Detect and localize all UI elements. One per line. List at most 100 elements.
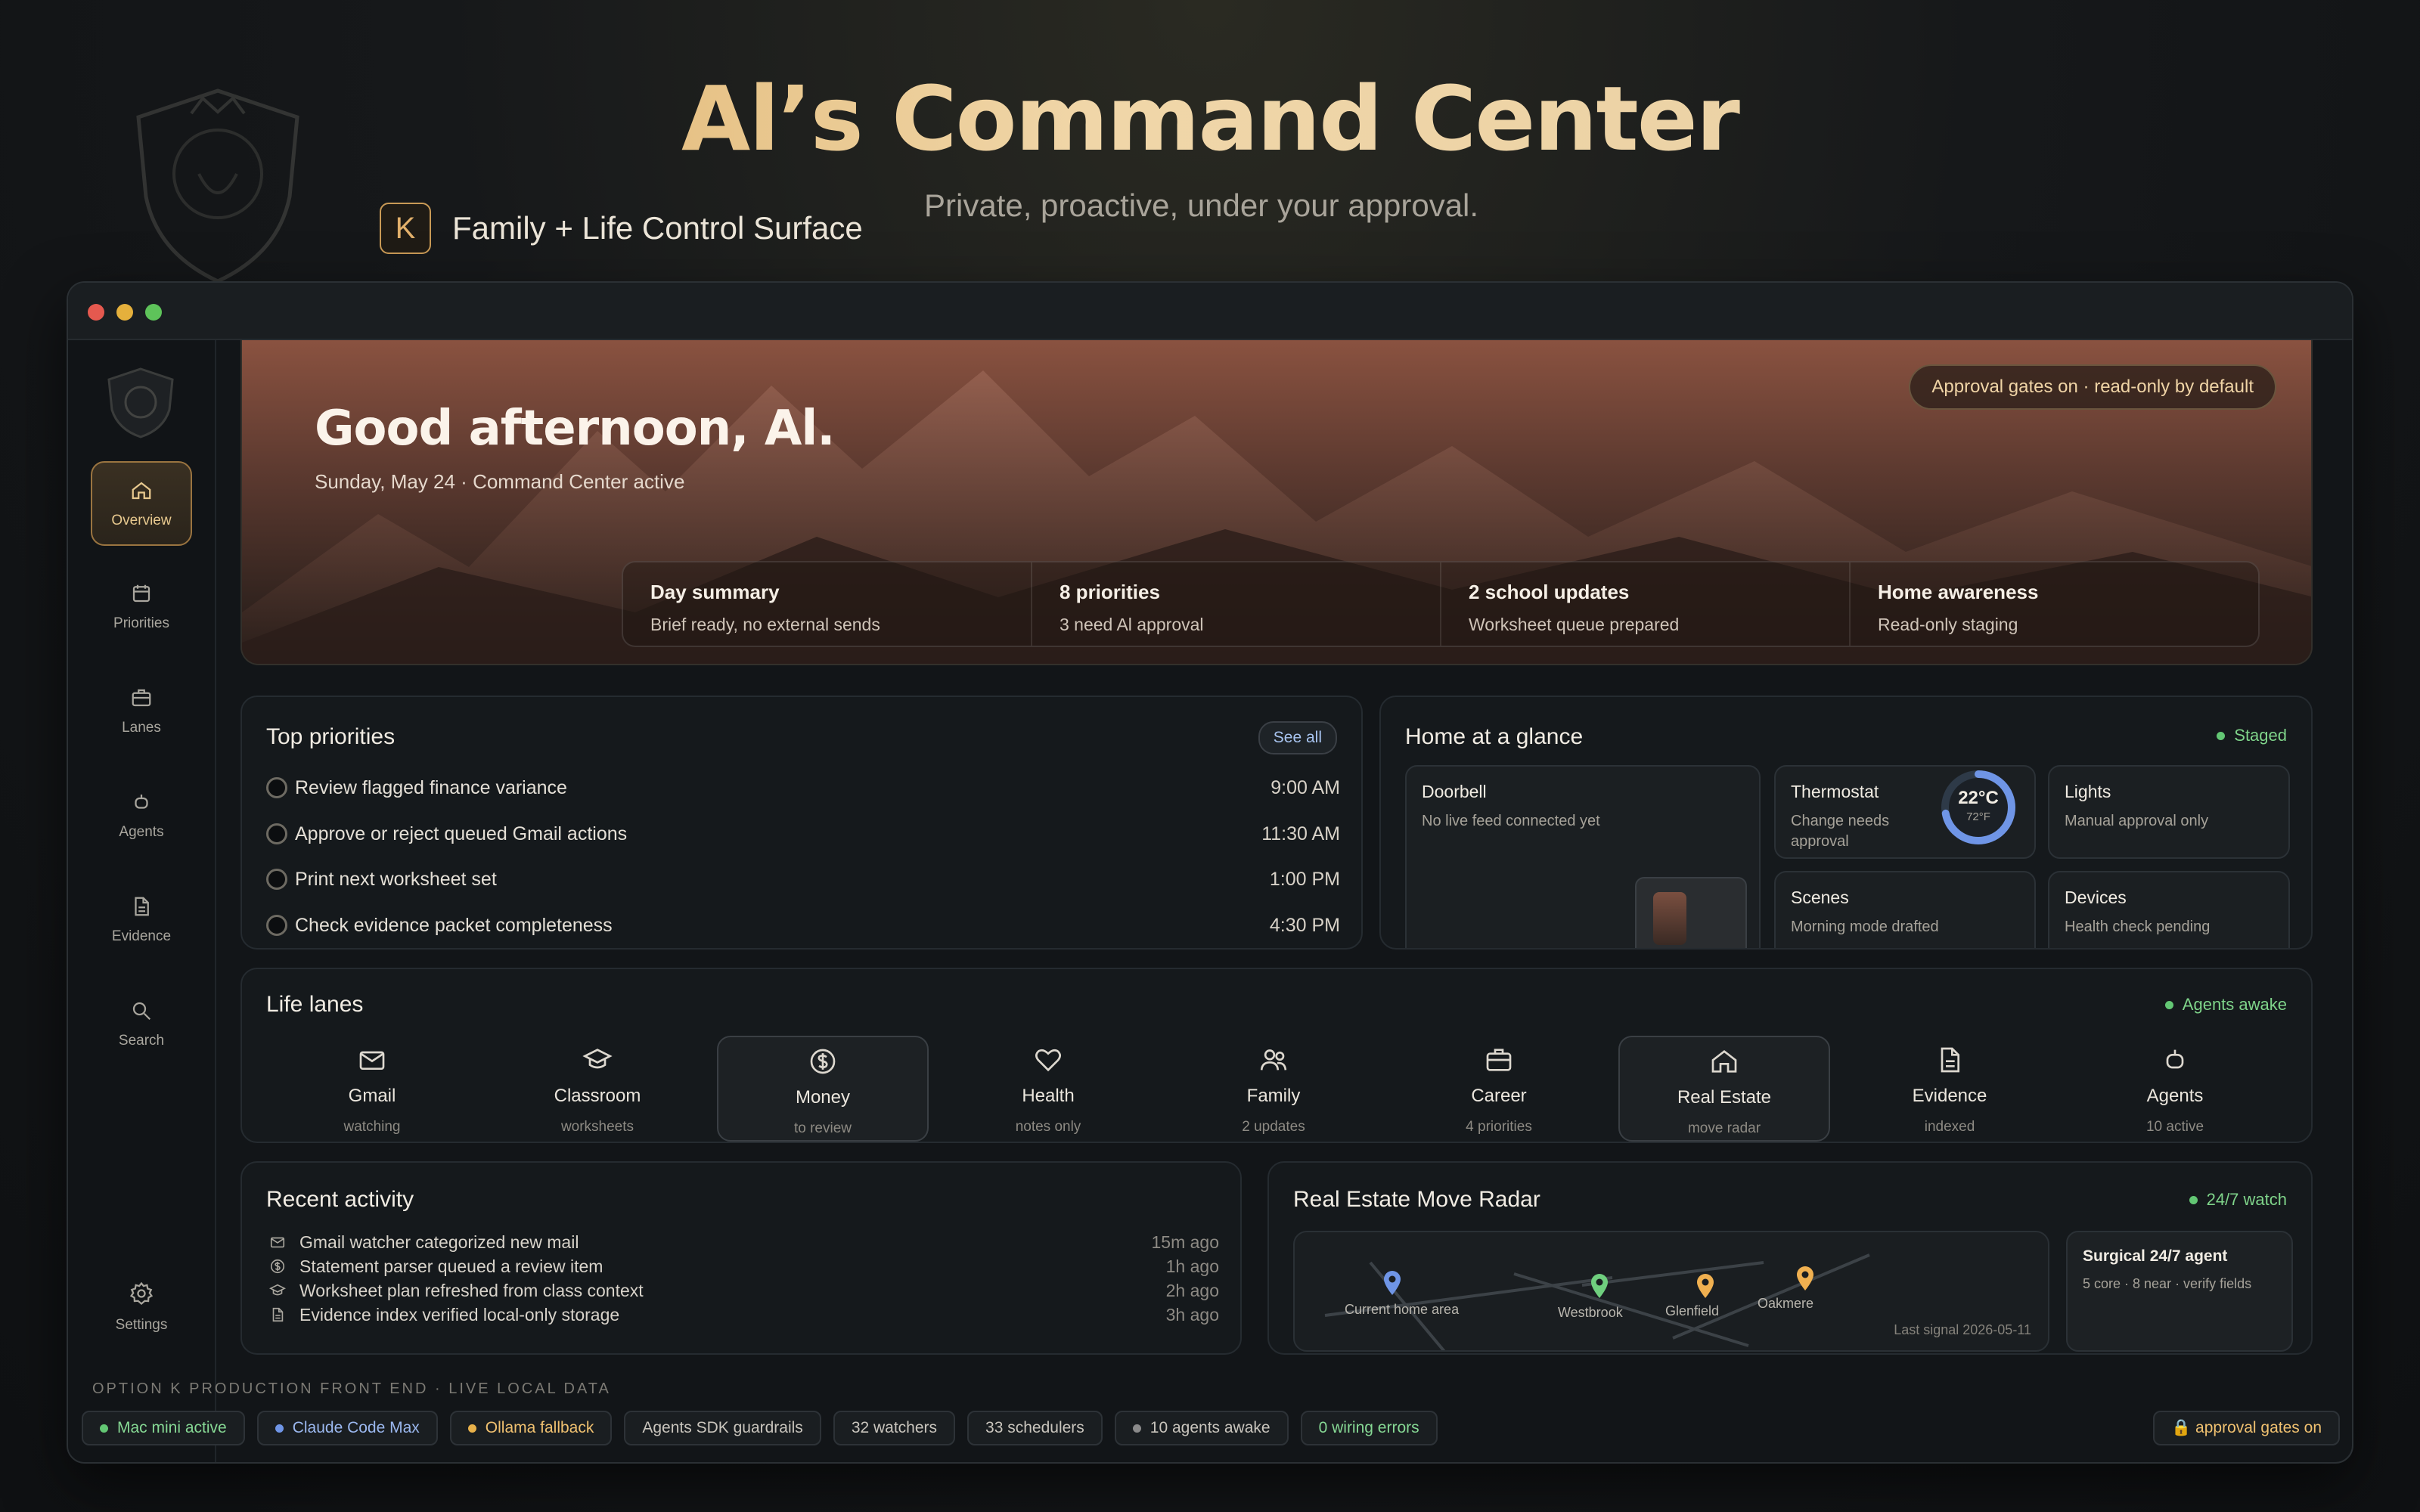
lane-gmail[interactable]: Gmail watching bbox=[266, 1036, 478, 1142]
stat-priorities[interactable]: 8 priorities 3 need Al approval bbox=[1032, 562, 1441, 646]
status-chip[interactable]: Mac mini active bbox=[82, 1411, 245, 1445]
sidebar-item-search[interactable]: Search bbox=[91, 983, 192, 1067]
page-subtitle: Private, proactive, under your approval. bbox=[924, 187, 1479, 223]
lane-career[interactable]: Career 4 priorities bbox=[1393, 1036, 1605, 1142]
life-lanes-card: Life lanes Agents awake Gmail watching C… bbox=[240, 968, 2313, 1143]
chip-label: 33 schedulers bbox=[985, 1419, 1084, 1436]
approval-gates-chip[interactable]: 🔒 approval gates on bbox=[2153, 1411, 2340, 1445]
lane-status: 4 priorities bbox=[1466, 1119, 1532, 1135]
briefcase-icon bbox=[1486, 1049, 1512, 1071]
sidebar-item-priorities[interactable]: Priorities bbox=[91, 565, 192, 650]
sidebar-item-label: Settings bbox=[115, 1317, 168, 1333]
activity-item[interactable]: Evidence index verified local-only stora… bbox=[269, 1303, 1219, 1326]
staged-status: Staged bbox=[2217, 726, 2287, 745]
dollar-icon bbox=[270, 1259, 285, 1274]
stat-home-awareness[interactable]: Home awareness Read-only staging bbox=[1851, 562, 2258, 646]
map-pin-westbrook-icon[interactable] bbox=[1590, 1273, 1609, 1299]
lane-money[interactable]: Money to review bbox=[717, 1036, 929, 1142]
stat-school-updates[interactable]: 2 school updates Worksheet queue prepared bbox=[1441, 562, 1851, 646]
lane-family[interactable]: Family 2 updates bbox=[1168, 1036, 1379, 1142]
chip-label: Agents SDK guardrails bbox=[642, 1419, 803, 1436]
status-dot-icon bbox=[1132, 1424, 1141, 1433]
priority-time: 1:00 PM bbox=[1269, 868, 1340, 890]
heart-icon bbox=[1035, 1049, 1061, 1072]
summary-stats: Day summary Brief ready, no external send… bbox=[622, 561, 2260, 647]
calendar-icon bbox=[132, 584, 150, 603]
activity-time: 15m ago bbox=[1151, 1232, 1219, 1252]
briefcase-icon bbox=[132, 689, 151, 707]
chip-label: 10 agents awake bbox=[1150, 1419, 1270, 1436]
sidebar-item-overview[interactable]: Overview bbox=[91, 461, 192, 546]
map-pin-glenfield-icon[interactable] bbox=[1696, 1273, 1715, 1299]
status-chip[interactable]: Claude Code Max bbox=[256, 1411, 438, 1445]
devices-tile[interactable]: Devices Health check pending bbox=[2048, 871, 2290, 948]
sidebar-item-label: Lanes bbox=[122, 720, 161, 736]
approval-status-pill[interactable]: Approval gates on · read-only by default bbox=[1909, 364, 2276, 410]
sidebar-item-agents[interactable]: Agents bbox=[91, 774, 192, 859]
lights-tile[interactable]: Lights Manual approval only bbox=[2048, 765, 2290, 859]
see-all-button[interactable]: See all bbox=[1258, 721, 1337, 754]
status-chip[interactable]: Ollama fallback bbox=[449, 1411, 613, 1445]
stat-title: 8 priorities bbox=[1060, 581, 1160, 603]
lane-health[interactable]: Health notes only bbox=[942, 1036, 1154, 1142]
sidebar-item-evidence[interactable]: Evidence bbox=[91, 878, 192, 963]
sidebar-item-label: Evidence bbox=[111, 928, 172, 944]
brand: K Family + Life Control Surface bbox=[380, 203, 863, 254]
lane-status: move radar bbox=[1687, 1120, 1761, 1136]
stat-day-summary[interactable]: Day summary Brief ready, no external send… bbox=[623, 562, 1032, 646]
status-chip[interactable]: 32 watchers bbox=[833, 1411, 956, 1445]
radar-map[interactable]: Current home area Westbrook Glenfield Oa… bbox=[1293, 1231, 2049, 1352]
brand-name: Family + Life Control Surface bbox=[452, 210, 863, 246]
status-chip[interactable]: 10 agents awake bbox=[1114, 1411, 1289, 1445]
priority-time: 9:00 AM bbox=[1270, 776, 1340, 798]
stat-subtitle: Read-only staging bbox=[1878, 615, 2018, 634]
priority-item[interactable]: Review flagged finance variance 9:00 AM bbox=[266, 773, 1340, 803]
sidebar-item-lanes[interactable]: Lanes bbox=[91, 670, 192, 754]
activity-item[interactable]: Gmail watcher categorized new mail 15m ag… bbox=[269, 1231, 1219, 1253]
map-pin-oakmere-icon[interactable] bbox=[1795, 1266, 1815, 1291]
priority-checkbox[interactable] bbox=[266, 869, 287, 890]
doorbell-camera-preview bbox=[1635, 877, 1747, 948]
map-pin-current-home-icon[interactable] bbox=[1382, 1270, 1402, 1296]
app-window: Overview Priorities Lanes Agents Evidenc… bbox=[67, 281, 2353, 1464]
priority-checkbox[interactable] bbox=[266, 823, 287, 844]
lane-status: watching bbox=[343, 1119, 401, 1135]
maximize-window-button[interactable] bbox=[145, 304, 162, 321]
surgical-agent-tile[interactable]: Surgical 24/7 agent 5 core · 8 near · ve… bbox=[2066, 1231, 2293, 1352]
status-chips: Mac mini active Claude Code Max Ollama fal… bbox=[82, 1411, 1438, 1445]
lane-label: Agents bbox=[2146, 1086, 2204, 1106]
priority-checkbox[interactable] bbox=[266, 777, 287, 798]
sidebar-item-settings[interactable]: Settings bbox=[91, 1264, 192, 1349]
lane-evidence[interactable]: Evidence indexed bbox=[1844, 1036, 2055, 1142]
real-estate-radar-card: Real Estate Move Radar 24/7 watch Curren… bbox=[1267, 1161, 2313, 1355]
activity-item[interactable]: Worksheet plan refreshed from class cont… bbox=[269, 1279, 1219, 1302]
close-window-button[interactable] bbox=[88, 304, 104, 321]
lane-real-estate[interactable]: Real Estate move radar bbox=[1618, 1036, 1830, 1142]
lane-classroom[interactable]: Classroom worksheets bbox=[492, 1036, 703, 1142]
dollar-icon bbox=[810, 1049, 836, 1074]
activity-item[interactable]: Statement parser queued a review item 1h … bbox=[269, 1255, 1219, 1278]
card-title: Real Estate Move Radar bbox=[1293, 1187, 1540, 1212]
thermostat-tile[interactable]: Thermostat Change needs approval 22°C 72… bbox=[1774, 765, 2036, 859]
priority-checkbox[interactable] bbox=[266, 915, 287, 936]
lane-label: Health bbox=[1022, 1086, 1075, 1106]
lane-label: Classroom bbox=[554, 1086, 641, 1106]
card-title: Recent activity bbox=[266, 1187, 414, 1212]
doorbell-tile[interactable]: Doorbell No live feed connected yet bbox=[1405, 765, 1761, 948]
priority-item[interactable]: Print next worksheet set 1:00 PM bbox=[266, 864, 1340, 894]
scenes-tile[interactable]: Scenes Morning mode drafted bbox=[1774, 871, 2036, 948]
watch-status: 24/7 watch bbox=[2189, 1190, 2287, 1210]
priority-item[interactable]: Approve or reject queued Gmail actions 11… bbox=[266, 819, 1340, 849]
status-chip[interactable]: 0 wiring errors bbox=[1300, 1411, 1438, 1445]
pin-label: Westbrook bbox=[1558, 1305, 1623, 1320]
lane-agents[interactable]: Agents 10 active bbox=[2069, 1036, 2281, 1142]
status-chip[interactable]: 33 schedulers bbox=[967, 1411, 1103, 1445]
tile-title: Lights bbox=[2065, 782, 2111, 801]
priority-item[interactable]: Check evidence packet completeness 4:30 P… bbox=[266, 910, 1340, 940]
lane-status: 2 updates bbox=[1242, 1119, 1305, 1135]
minimize-window-button[interactable] bbox=[116, 304, 133, 321]
robot-icon bbox=[2166, 1049, 2184, 1069]
gear-icon bbox=[129, 1281, 154, 1305]
tile-subtitle: No live feed connected yet bbox=[1422, 813, 1600, 829]
status-chip[interactable]: Agents SDK guardrails bbox=[624, 1411, 821, 1445]
